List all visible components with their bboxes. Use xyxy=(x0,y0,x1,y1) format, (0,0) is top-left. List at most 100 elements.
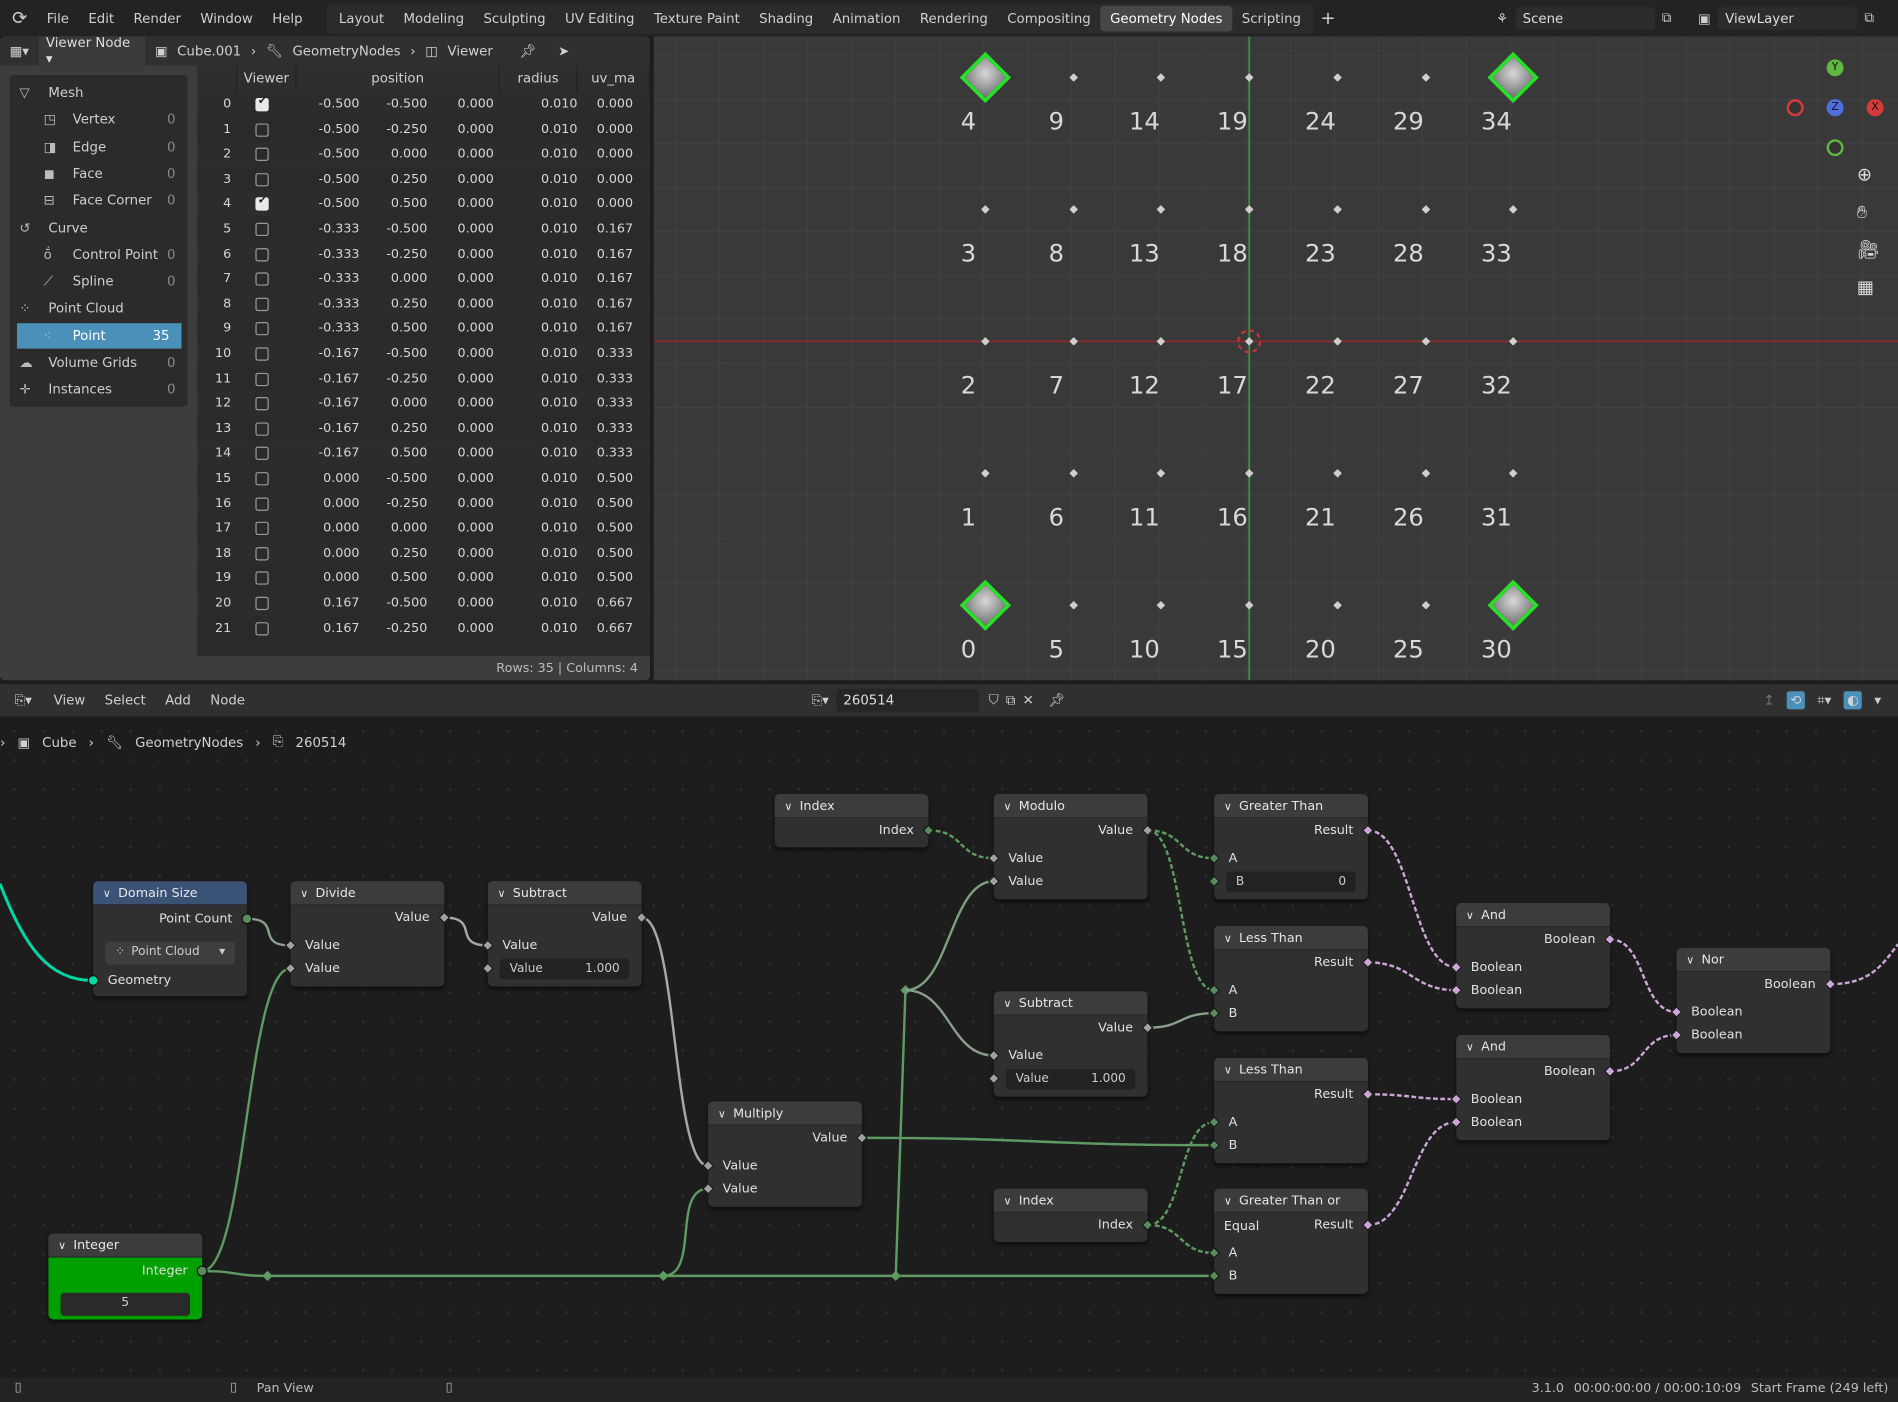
gizmo-x-axis[interactable]: X xyxy=(1866,99,1884,117)
node-header[interactable]: ∨ Multiply xyxy=(708,1101,862,1126)
value-field[interactable]: Value 1.000 xyxy=(1005,1068,1136,1089)
viewer-checkbox[interactable] xyxy=(255,397,269,411)
node-multiply[interactable]: ∨ Multiply Value Value Value xyxy=(702,1101,868,1207)
node-header[interactable]: ∨ Greater Than or Equal xyxy=(1214,1188,1368,1233)
node-header[interactable]: ∨ Less Than xyxy=(1214,1057,1368,1083)
menu-select[interactable]: Select xyxy=(95,692,155,708)
tab-texture-paint[interactable]: Texture Paint xyxy=(644,5,749,30)
node-header[interactable]: ∨ And xyxy=(1456,1034,1610,1060)
collapse-chevron-icon[interactable]: ∨ xyxy=(498,889,506,901)
collapse-chevron-icon[interactable]: ∨ xyxy=(1466,1042,1474,1054)
viewer-checkbox[interactable] xyxy=(255,272,269,286)
tab-layout[interactable]: Layout xyxy=(329,5,394,30)
collapse-chevron-icon[interactable]: ∨ xyxy=(300,889,308,901)
overlay-icon[interactable]: ◐ xyxy=(1843,691,1863,710)
collapse-chevron-icon[interactable]: ∨ xyxy=(1004,1196,1012,1208)
viewer-checkbox[interactable] xyxy=(255,347,269,361)
collapse-chevron-icon[interactable]: ∨ xyxy=(1004,999,1012,1011)
node-integer[interactable]: ∨ Integer Integer 5 xyxy=(48,1233,208,1320)
node-header[interactable]: ∨ Less Than xyxy=(1214,926,1368,951)
node-index2[interactable]: ∨ Index Index xyxy=(993,1188,1154,1242)
domain-instances[interactable]: ✛ Instances 0 xyxy=(10,377,188,402)
viewer-checkbox[interactable] xyxy=(255,472,269,486)
pin-icon[interactable]: 📌︎ xyxy=(519,43,536,59)
viewer-checkbox[interactable] xyxy=(255,297,269,311)
viewer-checkbox[interactable] xyxy=(255,422,269,436)
viewer-checkbox[interactable] xyxy=(255,247,269,261)
ortho-grid-icon[interactable]: ▦ xyxy=(1857,276,1874,298)
fake-user-icon[interactable]: ⛉ xyxy=(989,692,999,709)
column-header[interactable]: Viewer xyxy=(237,65,297,92)
node-modulo[interactable]: ∨ Modulo Value Value Value xyxy=(987,794,1154,900)
snap-mode-icon[interactable]: ⌗▾ xyxy=(1817,692,1831,709)
node-gte[interactable]: ∨ Greater Than or Equal Result A B xyxy=(1208,1188,1374,1295)
tab-scripting[interactable]: Scripting xyxy=(1232,5,1311,30)
node-header[interactable]: ∨ And xyxy=(1456,903,1610,928)
domain-point-cloud[interactable]: ⁘ Point Cloud xyxy=(10,296,188,321)
blender-logo-icon[interactable]: ⟳ xyxy=(0,7,37,29)
node-index1[interactable]: ∨ Index Index xyxy=(774,794,935,848)
gizmo-negative-axis[interactable] xyxy=(1786,99,1804,117)
collapse-chevron-icon[interactable]: ∨ xyxy=(718,1109,726,1121)
viewer-checkbox[interactable] xyxy=(255,172,269,187)
viewer-checkbox[interactable] xyxy=(255,447,269,461)
node-header[interactable]: ∨ Greater Than xyxy=(1214,794,1368,819)
node-header[interactable]: ∨ Integer xyxy=(48,1233,203,1258)
tab-compositing[interactable]: Compositing xyxy=(998,5,1101,30)
menu-view[interactable]: View xyxy=(44,692,95,708)
tab-shading[interactable]: Shading xyxy=(749,5,822,30)
menu-help[interactable]: Help xyxy=(263,10,313,26)
column-header[interactable]: uv_ma xyxy=(577,65,651,92)
node-header[interactable]: ∨ Subtract xyxy=(487,881,642,906)
menu-window[interactable]: Window xyxy=(191,10,263,26)
node-lt2[interactable]: ∨ Less Than Result A B xyxy=(1208,1057,1374,1164)
column-header[interactable]: position xyxy=(296,65,500,92)
node-group-field[interactable]: 260514 xyxy=(836,688,979,712)
domain-point[interactable]: ⁖ Point 35 xyxy=(16,322,182,349)
node-header[interactable]: ∨ Domain Size xyxy=(93,881,247,906)
node-sub2[interactable]: ∨ Subtract Value Value Value 1.000 xyxy=(987,991,1154,1097)
domain-vertex[interactable]: ◳ Vertex 0 xyxy=(10,107,188,132)
node-editor-canvas[interactable]: › ▣ Cube › 🔧︎ GeometryNodes › ⎘ 260514 ∨… xyxy=(0,716,1898,1378)
domain-face-corner[interactable]: ⊟ Face Corner 0 xyxy=(10,188,188,213)
domain-spline[interactable]: ⟋ Spline 0 xyxy=(10,269,188,294)
snap-icon[interactable]: ⟲ xyxy=(1786,691,1806,710)
new-scene-icon[interactable]: ⧉ xyxy=(1662,10,1672,27)
node-divide[interactable]: ∨ Divide Value Value Value xyxy=(284,881,451,987)
viewer-checkbox[interactable] xyxy=(255,96,269,112)
collapse-chevron-icon[interactable]: ∨ xyxy=(1224,1196,1232,1208)
navigation-gizmo[interactable]: X Y Z xyxy=(1786,48,1884,157)
socket-int[interactable] xyxy=(196,1265,208,1277)
viewer-checkbox[interactable] xyxy=(255,596,269,611)
tab-animation[interactable]: Animation xyxy=(823,5,910,30)
tab-rendering[interactable]: Rendering xyxy=(910,5,997,30)
domain-edge[interactable]: ◨ Edge 0 xyxy=(10,134,188,159)
tab-geometry-nodes[interactable]: Geometry Nodes xyxy=(1100,5,1233,31)
new-viewlayer-icon[interactable]: ⧉ xyxy=(1864,10,1874,27)
collapse-chevron-icon[interactable]: ∨ xyxy=(1224,1065,1232,1077)
viewer-checkbox[interactable] xyxy=(255,372,269,386)
zoom-icon[interactable]: ⊕ xyxy=(1857,163,1872,185)
menu-add[interactable]: Add xyxy=(155,692,200,708)
3d-viewport[interactable]: 0 1 2 3 4 5 6 7 8 9 10 11 12 13 14 15 16 17 18 19 20 21 22 23 24… xyxy=(653,36,1898,681)
parent-node-tree-icon[interactable]: ↥ xyxy=(1763,692,1774,708)
viewlayer-selector[interactable]: ViewLayer xyxy=(1717,6,1858,30)
node-nor[interactable]: ∨ Nor Boolean Boolean Boolean xyxy=(1670,947,1837,1054)
gizmo-z-axis[interactable]: Z xyxy=(1826,99,1844,117)
viewer-checkbox[interactable] xyxy=(255,122,269,137)
scene-selector[interactable]: Scene xyxy=(1515,6,1655,30)
viewer-checkbox[interactable] xyxy=(255,222,269,237)
tab-uv-editing[interactable]: UV Editing xyxy=(555,5,644,30)
collapse-chevron-icon[interactable]: ∨ xyxy=(1224,801,1232,813)
domain-curve[interactable]: ↺ Curve xyxy=(10,215,188,240)
node-domain[interactable]: ∨ Domain Size Point Count ⁘ Point Cloud ▾ Geom… xyxy=(87,881,253,997)
collapse-chevron-icon[interactable]: ∨ xyxy=(1686,955,1694,967)
viewer-checkbox[interactable] xyxy=(255,147,269,162)
node-and2[interactable]: ∨ And Boolean Boolean Boolean xyxy=(1450,1034,1616,1141)
node-header[interactable]: ∨ Index xyxy=(774,794,929,819)
object-evaluation-dropdown[interactable]: Viewer Node ▾ xyxy=(38,36,146,71)
column-header[interactable]: radius xyxy=(499,65,578,92)
collapse-chevron-icon[interactable]: ∨ xyxy=(784,801,792,813)
domain-mesh[interactable]: ▽ Mesh xyxy=(10,80,188,105)
pin-icon[interactable]: 📌︎ xyxy=(1048,692,1065,708)
